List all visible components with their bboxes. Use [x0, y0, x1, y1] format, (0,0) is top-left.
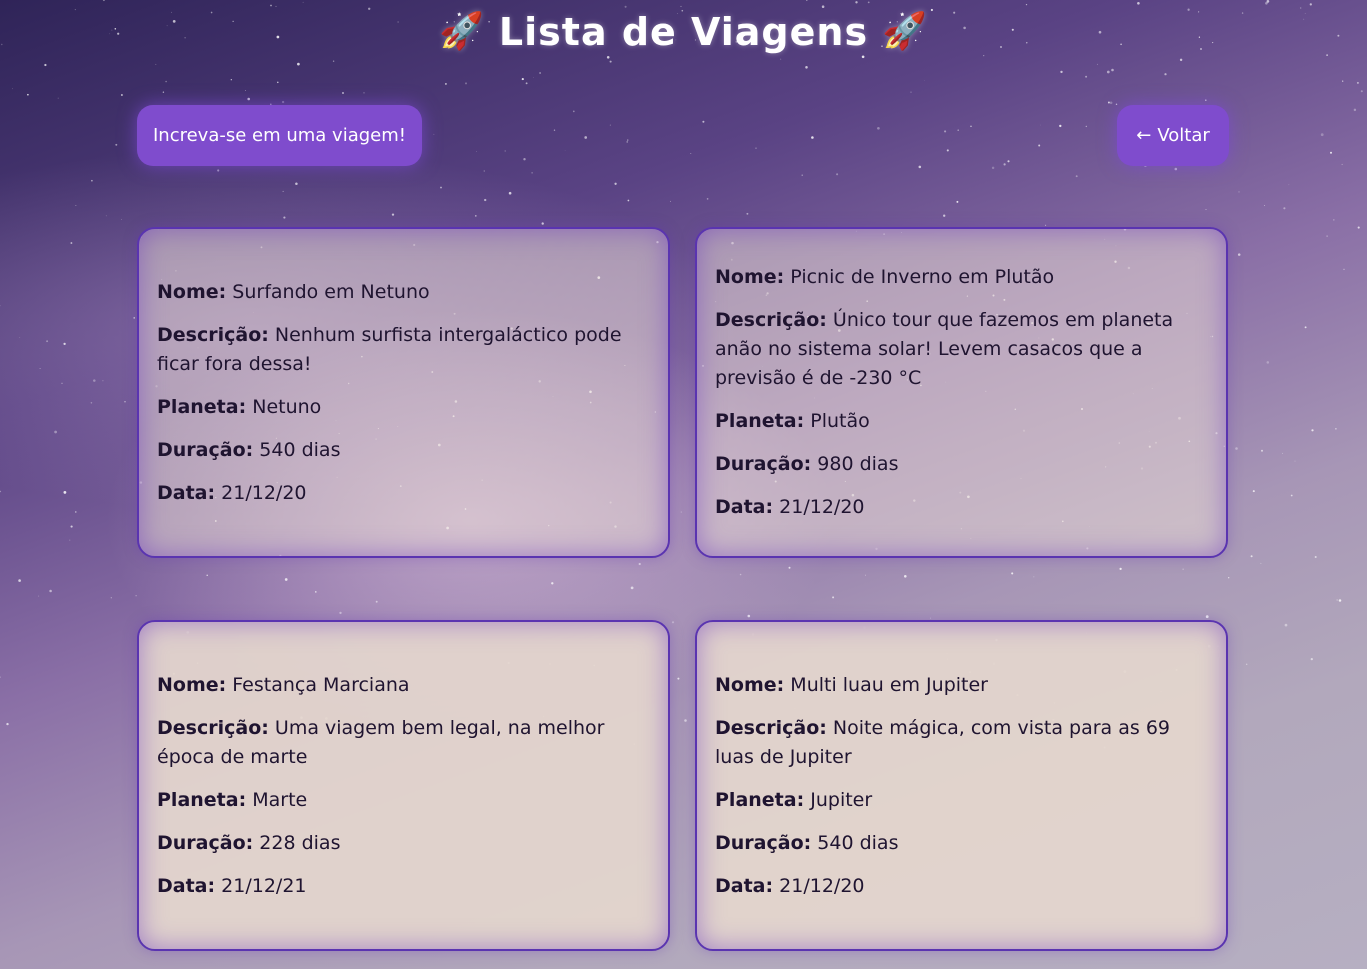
trip-planet: Jupiter: [810, 788, 873, 811]
duration-label: Duração:: [715, 453, 812, 475]
trip-date: 21/12/20: [779, 496, 865, 518]
rocket-icon: 🚀: [882, 11, 928, 52]
back-button-label: Voltar: [1157, 125, 1210, 146]
trip-name: Multi luau em Jupiter: [790, 673, 988, 696]
trip-name: Picnic de Inverno em Plutão: [790, 266, 1055, 288]
rocket-icon: 🚀: [439, 11, 485, 52]
duration-label: Duração:: [715, 831, 812, 854]
page-title: 🚀 Lista de Viagens 🚀: [0, 10, 1367, 54]
description-label: Descrição:: [715, 716, 827, 739]
trip-card: Nome: Surfando em Netuno Descrição: Nenh…: [137, 227, 670, 558]
trip-planet: Marte: [252, 788, 308, 811]
trip-date: 21/12/20: [221, 481, 307, 504]
trip-duration: 540 dias: [259, 438, 341, 461]
trip-planet: Netuno: [252, 395, 322, 418]
trip-date: 21/12/20: [779, 874, 865, 897]
trip-card: Nome: Picnic de Inverno em Plutão Descri…: [695, 227, 1228, 558]
trip-name: Surfando em Netuno: [232, 280, 430, 303]
planet-label: Planeta:: [715, 788, 805, 811]
subscribe-trip-button[interactable]: Increva-se em uma viagem!: [137, 105, 422, 166]
name-label: Nome:: [715, 266, 785, 288]
name-label: Nome:: [157, 280, 227, 303]
description-label: Descrição:: [715, 309, 827, 331]
planet-label: Planeta:: [157, 788, 247, 811]
trip-date: 21/12/21: [221, 874, 307, 897]
duration-label: Duração:: [157, 831, 254, 854]
back-button[interactable]: ← Voltar: [1117, 105, 1229, 166]
trip-duration: 540 dias: [817, 831, 899, 854]
date-label: Data:: [715, 496, 774, 518]
trip-name: Festança Marciana: [232, 673, 410, 696]
description-label: Descrição:: [157, 323, 269, 346]
date-label: Data:: [157, 874, 216, 897]
date-label: Data:: [715, 874, 774, 897]
trip-planet: Plutão: [810, 410, 870, 432]
description-label: Descrição:: [157, 716, 269, 739]
page-title-text: Lista de Viagens: [498, 10, 869, 54]
date-label: Data:: [157, 481, 216, 504]
trip-card: Nome: Multi luau em Jupiter Descrição: N…: [695, 620, 1228, 951]
trip-duration: 980 dias: [817, 453, 899, 475]
planet-label: Planeta:: [157, 395, 247, 418]
arrow-left-icon: ←: [1136, 125, 1152, 146]
name-label: Nome:: [157, 673, 227, 696]
trip-card: Nome: Festança Marciana Descrição: Uma v…: [137, 620, 670, 951]
duration-label: Duração:: [157, 438, 254, 461]
name-label: Nome:: [715, 673, 785, 696]
planet-label: Planeta:: [715, 410, 805, 432]
trip-duration: 228 dias: [259, 831, 341, 854]
